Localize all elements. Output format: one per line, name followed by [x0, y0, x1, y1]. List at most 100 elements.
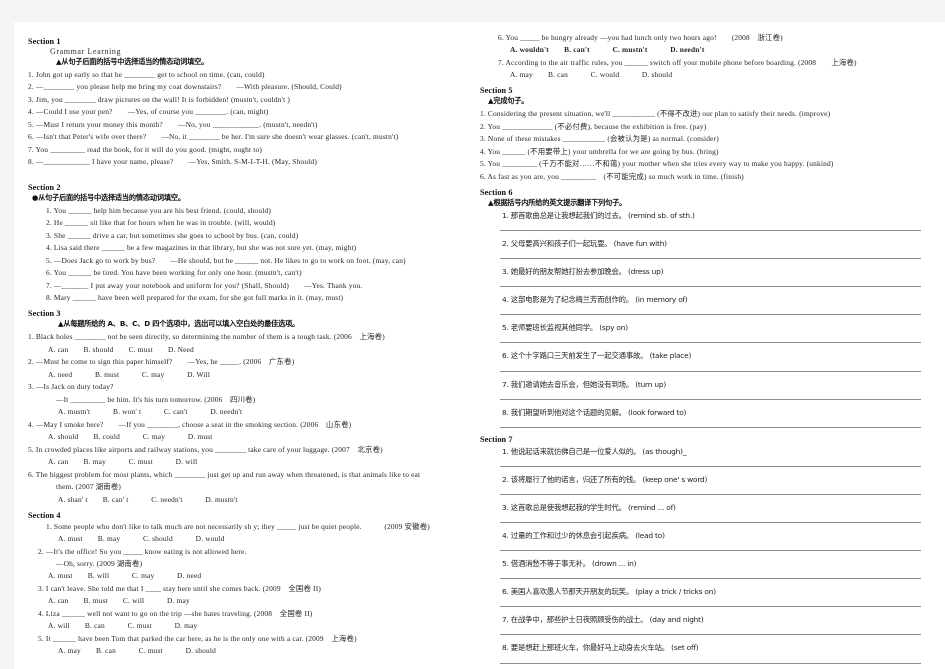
answer-options: A. mustn't B. won' t C. can't D. needn't	[58, 407, 243, 417]
question-continuation: —It _________ be him. It's his turn tomo…	[56, 394, 256, 404]
answer-line[interactable]	[500, 577, 921, 580]
translation-item: 3. 她最好的朋友帮她打扮去参加晚会。 (dress up)	[502, 267, 664, 277]
answer-line[interactable]	[500, 633, 921, 636]
question-item: 2. You _____________ (不必付费), because the…	[480, 121, 707, 131]
translation-item: 2. 该将履行了他的诺言，归还了所有的钱。 (keep one' s word)	[502, 474, 708, 484]
answer-options: A. can B. must C. will D. may	[48, 596, 190, 606]
section-1-heading: Section 1	[28, 37, 61, 46]
answer-line[interactable]	[500, 341, 921, 344]
question-item: 1. Some people who don't like to talk mu…	[46, 521, 430, 531]
question-item: 1. Black holes ________ not be seen dire…	[28, 332, 385, 342]
page-left-margin	[0, 0, 14, 669]
answer-line[interactable]	[500, 521, 921, 524]
answer-options: A. wouldn't B. can't C. mustn't D. needn…	[510, 45, 705, 55]
question-item: 1. John got up early so that he ________…	[28, 70, 265, 79]
question-continuation: —Oh, sorry. (2009 湖南卷)	[56, 558, 143, 568]
section-5-heading: Section 5	[480, 86, 513, 96]
question-item: 4. —May I smoke here? —If you ________, …	[28, 419, 352, 429]
left-column: Section 1 Grammar Learning ▲从句子后面的括号中选择适…	[14, 22, 474, 669]
answer-options: A. may B. can C. would D. should	[510, 70, 673, 80]
answer-line[interactable]	[500, 493, 921, 495]
answer-line[interactable]	[500, 313, 921, 316]
section-6-heading: Section 6	[480, 187, 513, 197]
answer-line[interactable]	[500, 285, 921, 288]
answer-line[interactable]	[500, 426, 921, 428]
translation-item: 4. 过量的工作和过少的休息会引起疾病。 (lead to)	[502, 531, 665, 541]
translation-item: 2. 父母要高兴和孩子们一起玩耍。 (have fun with)	[502, 238, 667, 248]
translation-item: 5. 老师要班长监视其他同学。 (spy on)	[502, 323, 628, 333]
question-item: 2. —________ you please help me bring my…	[28, 82, 342, 92]
question-item: 4. Lisa said there ______ be a few magaz…	[46, 243, 357, 253]
section-1-subtitle: Grammar Learning	[50, 47, 122, 56]
answer-options: A. must B. will C. may D. need	[48, 571, 202, 581]
answer-line[interactable]	[500, 257, 921, 260]
question-item: 7. You _________ read the book, for it w…	[28, 144, 263, 154]
question-item: 7. According to the air traffic rules, y…	[498, 57, 857, 67]
question-item: 8. Mary ______ have been well prepared f…	[46, 293, 344, 303]
translation-item: 6. 美国人喜欢愚人节那天开朋友的玩笑。 (play a trick / tri…	[502, 587, 716, 597]
section-5-instruction: ▲完成句子。	[488, 96, 529, 106]
answer-line[interactable]	[500, 605, 921, 608]
question-item: 3. —Is Jack on duty today?	[28, 382, 114, 392]
translation-item: 5. 借酒消愁不等于事无补。 (drown ... in)	[502, 559, 637, 569]
answer-line[interactable]	[500, 549, 921, 552]
section-1-instruction: ▲从句子后面的括号中选择适当的情态动词填空。	[56, 57, 209, 66]
question-item: 1. Considering the present situation, we…	[480, 109, 831, 119]
question-item: 3. None of these mistakes ___________ (会…	[480, 134, 719, 144]
section-6-instruction: ▲根据括号内所给的英文提示翻译下列句子。	[488, 197, 627, 207]
answer-options: A. will B. can C. must D. may	[48, 621, 198, 631]
translation-item: 1. 他说起话来就仿佛自己是一位爱人似的。 (as though)_	[502, 446, 687, 456]
question-item: 1. You ______ help him because you are h…	[46, 205, 272, 215]
question-item: 5. It ______ have been Tom that parked t…	[38, 633, 357, 643]
question-item: 6. As fast as you are, you _________ (不可…	[480, 171, 744, 181]
question-item: 5. —Must I return your money this month?…	[28, 119, 318, 129]
answer-line[interactable]	[500, 398, 921, 400]
question-item: 7. —_______ I put away your notebook and…	[46, 280, 363, 290]
question-item: 4. You ______ (不用要带上) your umbrella for …	[480, 146, 719, 156]
question-item: 2. —It's the office! So you _____ know e…	[38, 546, 247, 556]
question-item: 2. —Must he come to sign this paper hims…	[28, 357, 295, 367]
section-2-heading: Section 2	[28, 182, 61, 192]
question-item: 6. The biggest problem for most plants, …	[28, 469, 421, 479]
answer-options: A. can B. may C. must D. will	[48, 457, 198, 467]
section-2-instruction: ●从句子后面的括号中选择适当的情态动词填空。	[32, 192, 185, 202]
answer-line[interactable]	[500, 370, 921, 372]
translation-item: 8. 要是想赶上那班火车，你最好马上动身去火车站。 (set off)	[502, 643, 699, 653]
section-4-heading: Section 4	[28, 510, 61, 520]
question-item: 6. You ______ be tired. You have been wo…	[46, 268, 302, 278]
question-item: 5. —Does Jack go to work by bus? —He sho…	[46, 255, 406, 265]
translation-item: 3. 这首歌总是使我想起我的学生时代。 (remind ... of)	[502, 502, 676, 512]
question-item: 6. You _____ be hungry already —you had …	[498, 33, 783, 42]
scanned-page: Section 1 Grammar Learning ▲从句子后面的括号中选择适…	[0, 0, 945, 669]
answer-line[interactable]	[500, 465, 921, 467]
translation-item: 8. 我们期望听到他对这个话题的见解。 (look forward to)	[502, 407, 687, 417]
question-item: 8. —____________ I have your name, pleas…	[28, 157, 317, 167]
question-item: 4. Liza ______ well not want to go on th…	[38, 608, 313, 618]
question-item: 5. In crowded places like airports and r…	[28, 444, 383, 454]
section-3-instruction: ▲从每题所给的 A、B、C、D 四个选项中，选出可以填入空白处的最佳选项。	[58, 319, 300, 329]
section-3-heading: Section 3	[28, 309, 61, 319]
answer-line[interactable]	[500, 229, 921, 231]
question-item: 3. She ______ drive a car, but sometimes…	[46, 230, 299, 240]
answer-options: A. may B. can C. must D. should	[58, 646, 216, 656]
question-item: 3. I can't leave. She told me that I ___…	[38, 583, 321, 593]
translation-item: 7. 在战争中，那些护士日夜照顾受伤的战士。 (day and night)	[502, 615, 704, 625]
answer-options: A. should B. could C. may D. must	[48, 432, 213, 442]
question-item: 6. —Isn't that Peter's wife over there? …	[28, 132, 399, 142]
answer-options: A. need B. must C. may D. Will	[48, 369, 211, 379]
question-item: 4. —Could I use your pen? —Yes, of cours…	[28, 107, 269, 117]
translation-item: 4. 这部电影是为了纪念梅兰芳而创作的。 (in memory of)	[502, 295, 688, 305]
translation-item: 1. 那首歌曲总是让我想起我们的过去。 (remind sb. of sth.)	[502, 210, 695, 220]
answer-options: A. can B. should C. must D. Need	[48, 344, 194, 354]
answer-options: A. shan' t B. can' t C. needn't D. mustn…	[58, 494, 238, 504]
page-top-margin	[0, 0, 945, 22]
question-continuation: them. (2007 湖南卷)	[56, 482, 122, 492]
question-item: 5. You _________ (千万不能对……不和蔼) your mothe…	[480, 159, 834, 169]
translation-item: 7. 我们邀请她去音乐会，但她没有到场。 (turn up)	[502, 379, 667, 389]
worksheet-sheet: Section 1 Grammar Learning ▲从句子后面的括号中选择适…	[14, 22, 945, 669]
right-column: 6. You _____ be hungry already —you had …	[474, 22, 945, 669]
question-item: 2. He ______ sit like that for hours whe…	[46, 218, 276, 228]
question-item: 3. Jim, you ________ draw pictures on th…	[28, 94, 291, 104]
translation-item: 6. 这个十字路口三天前发生了一起交通事故。 (take place)	[502, 351, 692, 361]
answer-line[interactable]	[500, 662, 921, 664]
